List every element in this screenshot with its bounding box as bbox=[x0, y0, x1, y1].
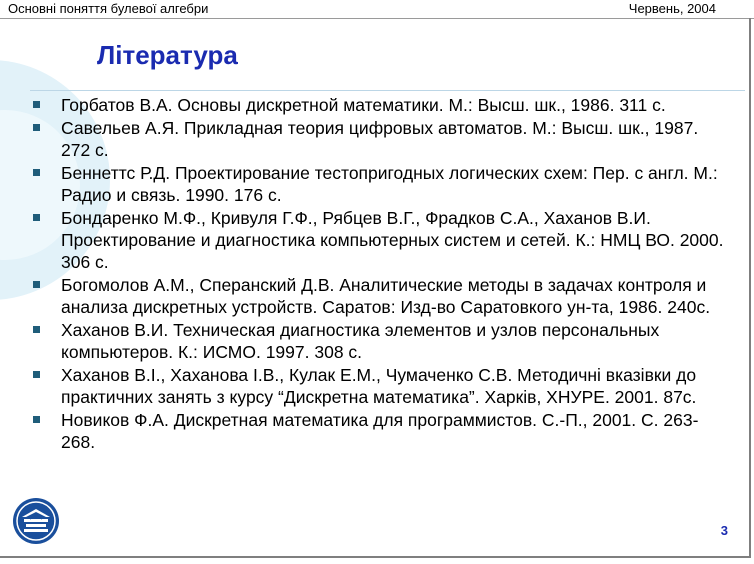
frame-right-border bbox=[749, 18, 751, 558]
reference-text: Хаханов В.И. Техническая диагностика эле… bbox=[61, 320, 660, 362]
reference-list: Горбатов В.А. Основы дискретной математи… bbox=[30, 94, 730, 454]
reference-text: Савельев А.Я. Прикладная теория цифровых… bbox=[61, 118, 699, 160]
square-bullet-icon bbox=[33, 101, 40, 108]
square-bullet-icon bbox=[33, 169, 40, 176]
reference-text: Новиков Ф.А. Дискретная математика для п… bbox=[61, 410, 699, 452]
reference-item: Хаханов В.І., Хаханова І.В., Кулак Е.М.,… bbox=[30, 364, 730, 408]
page-number: 3 bbox=[720, 523, 728, 538]
square-bullet-icon bbox=[33, 214, 40, 221]
reference-text: Богомолов А.М., Сперанский Д.В. Аналитич… bbox=[61, 275, 711, 317]
reference-item: Беннеттс Р.Д. Проектирование тестопригод… bbox=[30, 162, 730, 206]
square-bullet-icon bbox=[33, 326, 40, 333]
header-date: Червень, 2004 bbox=[628, 1, 716, 16]
square-bullet-icon bbox=[33, 416, 40, 423]
reference-item: Новиков Ф.А. Дискретная математика для п… bbox=[30, 409, 730, 453]
slide-title: Література bbox=[97, 40, 238, 70]
reference-text: Беннеттс Р.Д. Проектирование тестопригод… bbox=[61, 163, 718, 205]
slide: Основні поняття булевої алгебри Червень,… bbox=[0, 0, 754, 564]
reference-item: Хаханов В.И. Техническая диагностика эле… bbox=[30, 319, 730, 363]
square-bullet-icon bbox=[33, 281, 40, 288]
reference-text: Горбатов В.А. Основы дискретной математи… bbox=[61, 95, 666, 115]
reference-item: Савельев А.Я. Прикладная теория цифровых… bbox=[30, 117, 730, 161]
square-bullet-icon bbox=[33, 371, 40, 378]
reference-text: Бондаренко М.Ф., Кривуля Г.Ф., Рябцев В.… bbox=[61, 208, 724, 272]
reference-item: Богомолов А.М., Сперанский Д.В. Аналитич… bbox=[30, 274, 730, 318]
header-course-title: Основні поняття булевої алгебри bbox=[8, 1, 209, 16]
square-bullet-icon bbox=[33, 124, 40, 131]
slide-header: Основні поняття булевої алгебри Червень,… bbox=[0, 0, 754, 19]
frame-bottom-border bbox=[0, 556, 751, 558]
reference-text: Хаханов В.І., Хаханова І.В., Кулак Е.М.,… bbox=[61, 365, 697, 407]
title-divider bbox=[30, 90, 745, 91]
university-logo-icon bbox=[13, 498, 59, 544]
reference-item: Горбатов В.А. Основы дискретной математи… bbox=[30, 94, 730, 116]
reference-item: Бондаренко М.Ф., Кривуля Г.Ф., Рябцев В.… bbox=[30, 207, 730, 273]
